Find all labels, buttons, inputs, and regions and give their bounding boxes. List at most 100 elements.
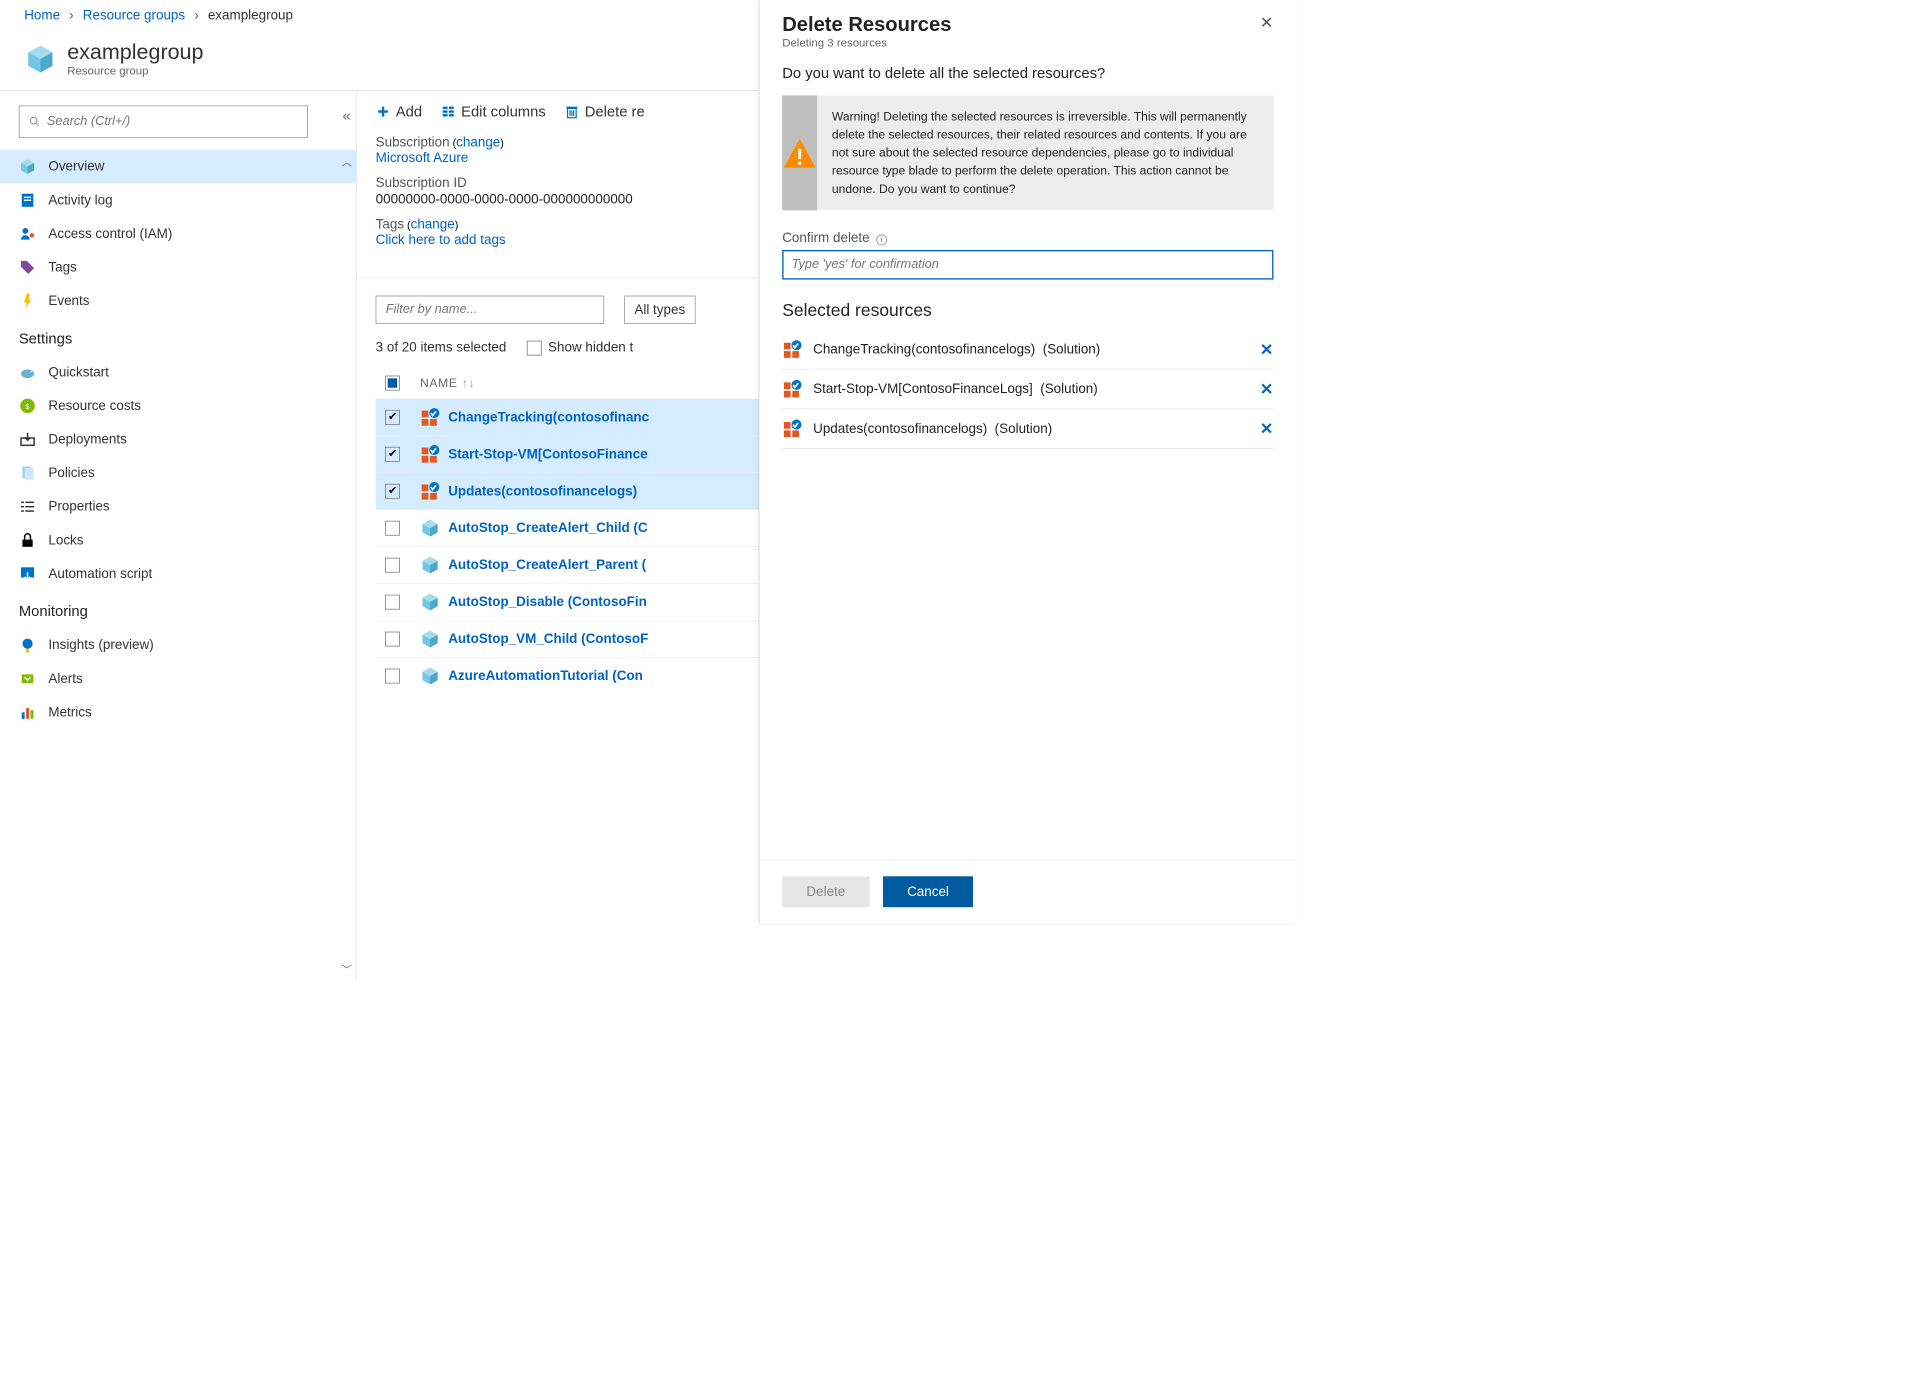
confirm-input[interactable]: [782, 250, 1273, 280]
sidebar-item-insights[interactable]: Insights (preview): [0, 628, 356, 662]
row-checkbox[interactable]: [385, 632, 400, 647]
alerts-icon: [19, 670, 36, 687]
scroll-down-icon[interactable]: ﹀: [337, 961, 356, 980]
selected-resource-type: (Solution): [995, 421, 1053, 436]
sidebar-section-monitoring: Monitoring: [0, 591, 356, 629]
tags-add-link[interactable]: Click here to add tags: [376, 233, 506, 248]
delete-confirm-button[interactable]: Delete: [782, 876, 869, 907]
remove-icon[interactable]: ✕: [1260, 379, 1274, 398]
breadcrumb-resource-groups[interactable]: Resource groups: [83, 8, 185, 23]
search-input[interactable]: [19, 106, 308, 138]
subscription-label: Subscription: [376, 135, 450, 150]
select-all-checkbox[interactable]: [385, 376, 400, 391]
row-checkbox[interactable]: [385, 447, 400, 462]
sidebar-item-iam[interactable]: Access control (IAM): [0, 217, 356, 251]
resource-name[interactable]: AutoStop_Disable (ContosoFin: [448, 594, 647, 609]
collapse-icon[interactable]: «: [343, 107, 351, 124]
tag-icon: [19, 259, 36, 276]
row-checkbox[interactable]: [385, 669, 400, 684]
row-checkbox[interactable]: [385, 410, 400, 425]
svg-text:$: $: [25, 402, 29, 411]
automation-icon: [19, 565, 36, 582]
page-title: examplegroup: [67, 40, 203, 65]
selected-resource-name: ChangeTracking(contosofinancelogs): [813, 342, 1035, 357]
sidebar-item-properties[interactable]: Properties: [0, 490, 356, 524]
resource-icon: [782, 419, 802, 439]
trash-icon: [565, 104, 580, 119]
panel-subtitle: Deleting 3 resources: [782, 36, 951, 49]
column-name[interactable]: NAME: [420, 376, 458, 390]
selection-count: 3 of 20 items selected: [376, 340, 507, 355]
row-checkbox[interactable]: [385, 558, 400, 573]
events-icon: [19, 292, 36, 309]
resource-icon: [420, 592, 440, 612]
resource-group-icon: [24, 43, 56, 75]
deployments-icon: [19, 431, 36, 448]
close-icon[interactable]: ✕: [1260, 13, 1274, 49]
scroll-up-icon[interactable]: ︿: [337, 153, 356, 172]
resource-icon: [420, 407, 440, 427]
sidebar-item-automation-script[interactable]: Automation script: [0, 557, 356, 591]
sidebar-item-overview[interactable]: Overview: [0, 150, 356, 184]
resource-name[interactable]: AutoStop_CreateAlert_Child (C: [448, 520, 647, 535]
resource-icon: [420, 481, 440, 501]
resource-name[interactable]: AzureAutomationTutorial (Con: [448, 668, 643, 683]
row-checkbox[interactable]: [385, 595, 400, 610]
plus-icon: [376, 104, 391, 119]
sidebar-item-tags[interactable]: Tags: [0, 251, 356, 285]
row-checkbox[interactable]: [385, 484, 400, 499]
warning-icon: [782, 135, 817, 170]
confirm-label: Confirm delete i: [782, 230, 1273, 245]
resource-icon: [420, 555, 440, 575]
resource-name[interactable]: Start-Stop-VM[ContosoFinance: [448, 447, 647, 462]
breadcrumb-home[interactable]: Home: [24, 8, 60, 23]
svg-text:↗: ↗: [29, 369, 34, 375]
sidebar-item-policies[interactable]: Policies: [0, 456, 356, 490]
sidebar-item-locks[interactable]: Locks: [0, 523, 356, 557]
resource-icon: [782, 379, 802, 399]
subscription-change-link[interactable]: change: [456, 135, 500, 150]
resource-name[interactable]: Updates(contosofinancelogs): [448, 484, 637, 499]
resource-name[interactable]: AutoStop_VM_Child (ContosoF: [448, 631, 648, 646]
breadcrumb-current: examplegroup: [208, 8, 293, 23]
resource-name[interactable]: ChangeTracking(contosofinanc: [448, 410, 649, 425]
add-button[interactable]: Add: [376, 103, 422, 120]
insights-icon: [19, 636, 36, 653]
sidebar-item-alerts[interactable]: Alerts: [0, 662, 356, 696]
tags-change-link[interactable]: change: [411, 217, 455, 232]
subscription-value[interactable]: Microsoft Azure: [376, 151, 469, 166]
row-checkbox[interactable]: [385, 521, 400, 536]
columns-icon: [441, 104, 456, 119]
resource-icon: [782, 339, 802, 359]
selected-resource-type: (Solution): [1040, 381, 1098, 396]
sort-icon: ↑↓: [462, 376, 475, 390]
sidebar-item-activity-log[interactable]: Activity log: [0, 183, 356, 217]
sidebar-item-resource-costs[interactable]: $Resource costs: [0, 389, 356, 423]
metrics-icon: [19, 704, 36, 721]
delete-button[interactable]: Delete re: [565, 103, 645, 120]
sidebar-item-deployments[interactable]: Deployments: [0, 423, 356, 457]
info-icon[interactable]: i: [876, 235, 887, 246]
edit-columns-button[interactable]: Edit columns: [441, 103, 546, 120]
warning-text: Warning! Deleting the selected resources…: [817, 95, 1273, 210]
type-filter-dropdown[interactable]: All types: [624, 296, 695, 324]
sidebar-section-settings: Settings: [0, 318, 356, 356]
resource-name[interactable]: AutoStop_CreateAlert_Parent (: [448, 557, 646, 572]
log-icon: [19, 192, 36, 209]
selected-resource-row: ChangeTracking(contosofinancelogs) (Solu…: [782, 330, 1273, 370]
sidebar-item-events[interactable]: Events: [0, 284, 356, 318]
warning-box: Warning! Deleting the selected resources…: [782, 95, 1273, 210]
policies-icon: [19, 464, 36, 481]
selected-resource-row: Start-Stop-VM[ContosoFinanceLogs] (Solut…: [782, 370, 1273, 410]
quickstart-icon: ↗: [19, 364, 36, 381]
remove-icon[interactable]: ✕: [1260, 340, 1274, 359]
cancel-button[interactable]: Cancel: [883, 876, 973, 907]
sidebar-item-metrics[interactable]: Metrics: [0, 696, 356, 730]
overview-icon: [19, 158, 36, 175]
sidebar-item-quickstart[interactable]: ↗Quickstart: [0, 355, 356, 389]
filter-input[interactable]: [376, 296, 604, 324]
show-hidden-label: Show hidden t: [548, 340, 633, 355]
remove-icon[interactable]: ✕: [1260, 419, 1274, 438]
selected-resource-type: (Solution): [1043, 342, 1101, 357]
show-hidden-checkbox[interactable]: [527, 340, 542, 355]
